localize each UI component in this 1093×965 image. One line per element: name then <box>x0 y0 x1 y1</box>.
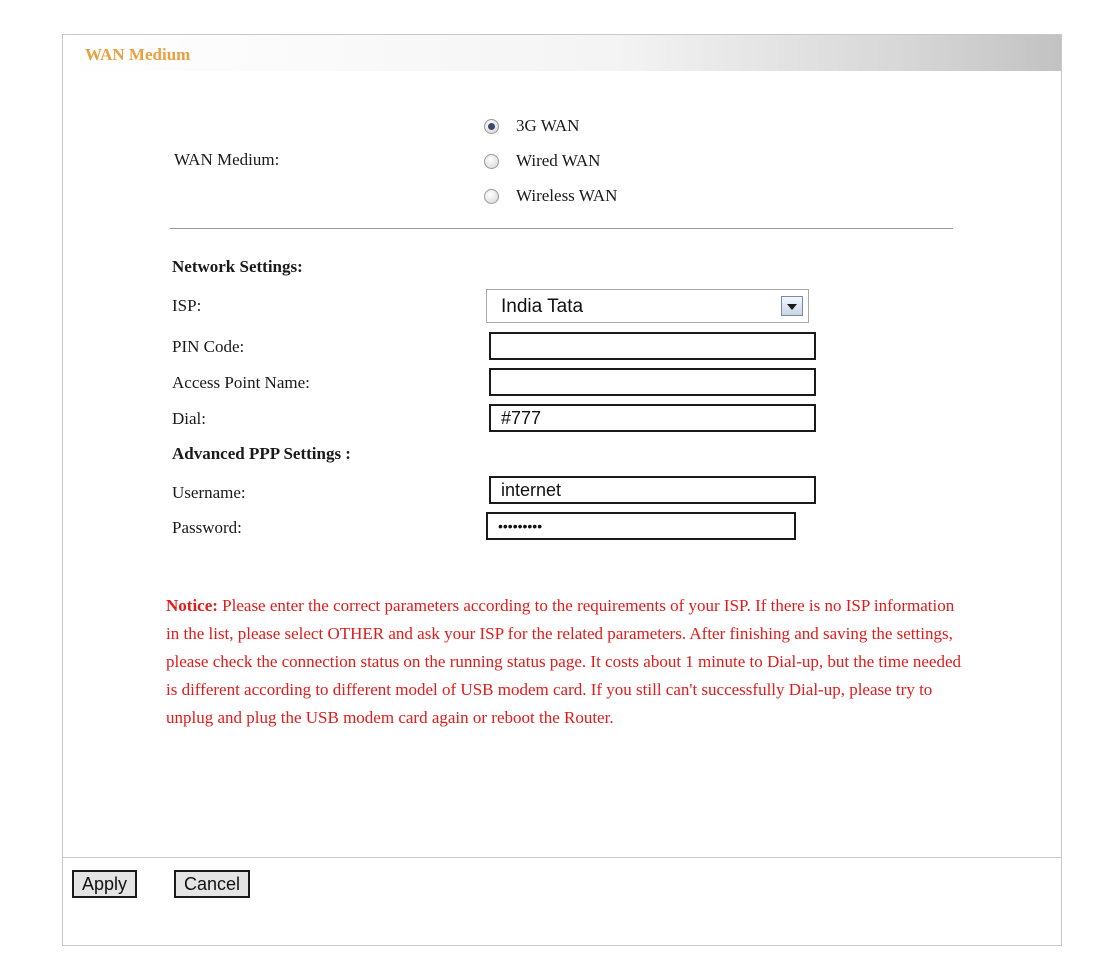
notice-body: Please enter the correct parameters acco… <box>166 596 962 727</box>
radio-label-wired-wan: Wired WAN <box>516 151 601 170</box>
radio-label-wireless-wan: Wireless WAN <box>516 186 618 205</box>
chevron-down-icon[interactable] <box>781 296 803 316</box>
wan-medium-label: WAN Medium: <box>174 150 280 169</box>
username-label: Username: <box>172 483 246 502</box>
notice-label: Notice: <box>166 596 218 615</box>
radio-label-3g-wan: 3G WAN <box>516 116 580 135</box>
footer-divider <box>63 857 1061 858</box>
panel-header: WAN Medium <box>63 35 1061 71</box>
radio-wireless-wan[interactable]: Wireless WAN <box>484 185 617 207</box>
section-divider <box>170 228 953 229</box>
radio-button-icon[interactable] <box>484 188 499 204</box>
notice-text: Notice: Please enter the correct paramet… <box>166 592 966 732</box>
cancel-button[interactable]: Cancel <box>174 870 251 898</box>
network-settings-heading: Network Settings: <box>172 257 303 276</box>
advanced-ppp-heading: Advanced PPP Settings : <box>172 444 351 463</box>
panel-title: WAN Medium <box>85 45 191 64</box>
isp-selected-value: India Tata <box>501 296 584 317</box>
isp-select[interactable]: India Tata <box>486 289 809 323</box>
pin-code-input[interactable] <box>489 332 816 360</box>
dial-input[interactable] <box>489 404 816 432</box>
radio-button-icon[interactable] <box>484 153 499 169</box>
radio-wired-wan[interactable]: Wired WAN <box>484 150 600 172</box>
dial-label: Dial: <box>172 409 206 428</box>
apply-button[interactable]: Apply <box>72 870 138 898</box>
isp-label: ISP: <box>172 296 202 315</box>
password-label: Password: <box>172 518 242 537</box>
apn-label: Access Point Name: <box>172 373 310 392</box>
apn-input[interactable] <box>489 368 816 396</box>
password-input[interactable] <box>486 512 796 540</box>
radio-button-icon[interactable] <box>484 118 499 134</box>
radio-3g-wan[interactable]: 3G WAN <box>484 115 579 137</box>
username-input[interactable] <box>489 476 816 504</box>
pin-code-label: PIN Code: <box>172 337 245 356</box>
